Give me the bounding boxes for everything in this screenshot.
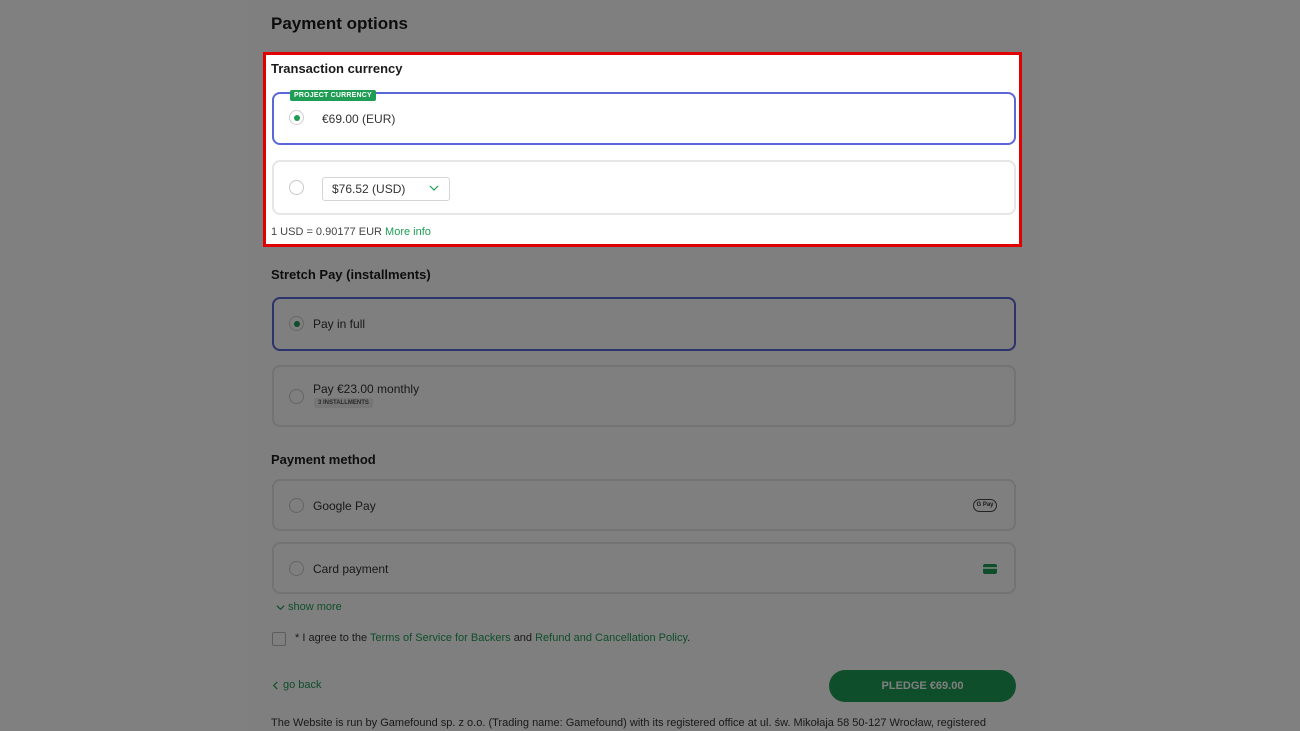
exchange-rate-text: 1 USD = 0.90177 EUR — [271, 226, 382, 238]
currency-select[interactable]: $76.52 (USD) — [322, 177, 450, 201]
transaction-currency-heading: Transaction currency — [271, 61, 403, 76]
show-more-label: show more — [288, 601, 342, 613]
go-back-link[interactable]: go back — [271, 679, 322, 691]
payment-method-heading: Payment method — [271, 452, 376, 467]
chevron-left-icon — [272, 681, 278, 690]
stretch-pay-heading: Stretch Pay (installments) — [271, 267, 431, 282]
agree-prefix: * I agree to the — [295, 632, 368, 644]
exchange-rate: 1 USD = 0.90177 EUR More info — [271, 226, 431, 238]
project-currency-badge: PROJECT CURRENCY — [290, 90, 376, 101]
eur-radio[interactable] — [289, 110, 304, 125]
transaction-currency-section: Transaction currency PROJECT CURRENCY €6… — [263, 52, 1022, 247]
pledge-button[interactable]: PLEDGE €69.00 — [829, 670, 1016, 702]
usd-radio[interactable] — [289, 180, 304, 195]
installments-tag: 3 INSTALLMENTS — [314, 398, 373, 408]
eur-currency-option[interactable]: PROJECT CURRENCY €69.00 (EUR) — [272, 90, 1016, 145]
google-pay-icon: G Pay — [973, 499, 997, 512]
google-pay-option[interactable]: Google Pay G Pay — [272, 479, 1016, 531]
chevron-down-icon — [276, 604, 285, 610]
more-info-link[interactable]: More info — [385, 226, 431, 238]
card-payment-radio[interactable] — [289, 561, 304, 576]
card-payment-label: Card payment — [313, 562, 389, 576]
pay-in-full-option[interactable]: Pay in full — [272, 297, 1016, 351]
google-pay-label: Google Pay — [313, 499, 376, 513]
eur-label: €69.00 (EUR) — [322, 112, 396, 126]
terms-agreement-text: * I agree to the Terms of Service for Ba… — [295, 632, 690, 644]
agree-and: and — [513, 632, 533, 644]
terms-checkbox[interactable] — [272, 632, 286, 646]
usd-currency-option[interactable]: $76.52 (USD) — [272, 160, 1016, 215]
footer-legal-text: The Website is run by Gamefound sp. z o.… — [271, 717, 986, 729]
currency-select-value: $76.52 (USD) — [332, 182, 406, 196]
agree-suffix: . — [687, 632, 691, 644]
pay-monthly-option[interactable]: Pay €23.00 monthly 3 INSTALLMENTS — [272, 365, 1016, 427]
go-back-label: go back — [283, 679, 322, 691]
pay-monthly-label: Pay €23.00 monthly — [313, 382, 420, 396]
terms-of-service-link[interactable]: Terms of Service for Backers — [370, 632, 511, 644]
google-pay-radio[interactable] — [289, 498, 304, 513]
card-payment-option[interactable]: Card payment — [272, 542, 1016, 594]
credit-card-icon — [983, 564, 997, 574]
pay-in-full-radio[interactable] — [289, 316, 304, 331]
show-more-link[interactable]: show more — [276, 601, 342, 613]
page-title: Payment options — [271, 14, 408, 33]
refund-policy-link[interactable]: Refund and Cancellation Policy — [535, 632, 687, 644]
pay-monthly-radio[interactable] — [289, 389, 304, 404]
transaction-currency-highlight: Transaction currency PROJECT CURRENCY €6… — [263, 52, 1022, 247]
pay-in-full-label: Pay in full — [313, 317, 366, 331]
chevron-down-icon — [429, 185, 439, 191]
